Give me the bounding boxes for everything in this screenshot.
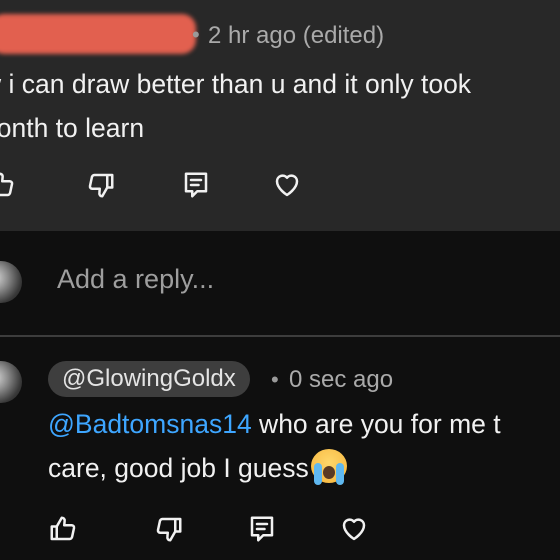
thumbs-down-icon[interactable] [152,512,186,546]
reply-line-1-text: who are you for me t [251,409,501,439]
reply-icon[interactable] [179,168,213,202]
reply-timestamp: 0 sec ago [289,366,394,393]
reply-actions [0,512,400,548]
author-handle-badge[interactable]: @GlowingGoldx [48,361,250,397]
avatar [0,261,22,303]
meta-separator-dot: • [192,22,200,47]
comment-body: w i can draw better than u and it only t… [0,62,560,150]
comment-line-1: w i can draw better than u and it only t… [0,69,472,99]
reply-line-2-text: care, good job I guess [48,453,309,483]
thumbs-up-icon[interactable] [46,512,80,546]
mention-link[interactable]: @Badtomsnas14 [48,409,252,439]
redacted-username [0,14,196,54]
comment-timestamp: 2 hr ago (edited) [208,22,385,49]
reply-icon[interactable] [245,512,279,546]
highlighted-comment: • 2 hr ago (edited) w i can draw better … [0,0,560,231]
reply-line-2: care, good job I guess [48,446,560,490]
thumbs-down-icon[interactable] [84,168,118,202]
thumbs-up-icon[interactable] [0,168,18,202]
comment-actions [0,168,330,204]
add-reply-input[interactable]: Add a reply... [57,264,214,295]
avatar[interactable] [0,361,22,403]
meta-separator-dot: • [271,367,279,392]
comment-line-2: nonth to learn [0,113,145,143]
reply-body: @Badtomsnas14 who are you for me t care,… [48,402,560,490]
reply-line-1: @Badtomsnas14 who are you for me t [48,402,560,446]
heart-icon[interactable] [337,512,371,546]
divider [0,335,560,337]
heart-icon[interactable] [270,168,304,202]
crying-face-emoji-icon [310,449,347,485]
